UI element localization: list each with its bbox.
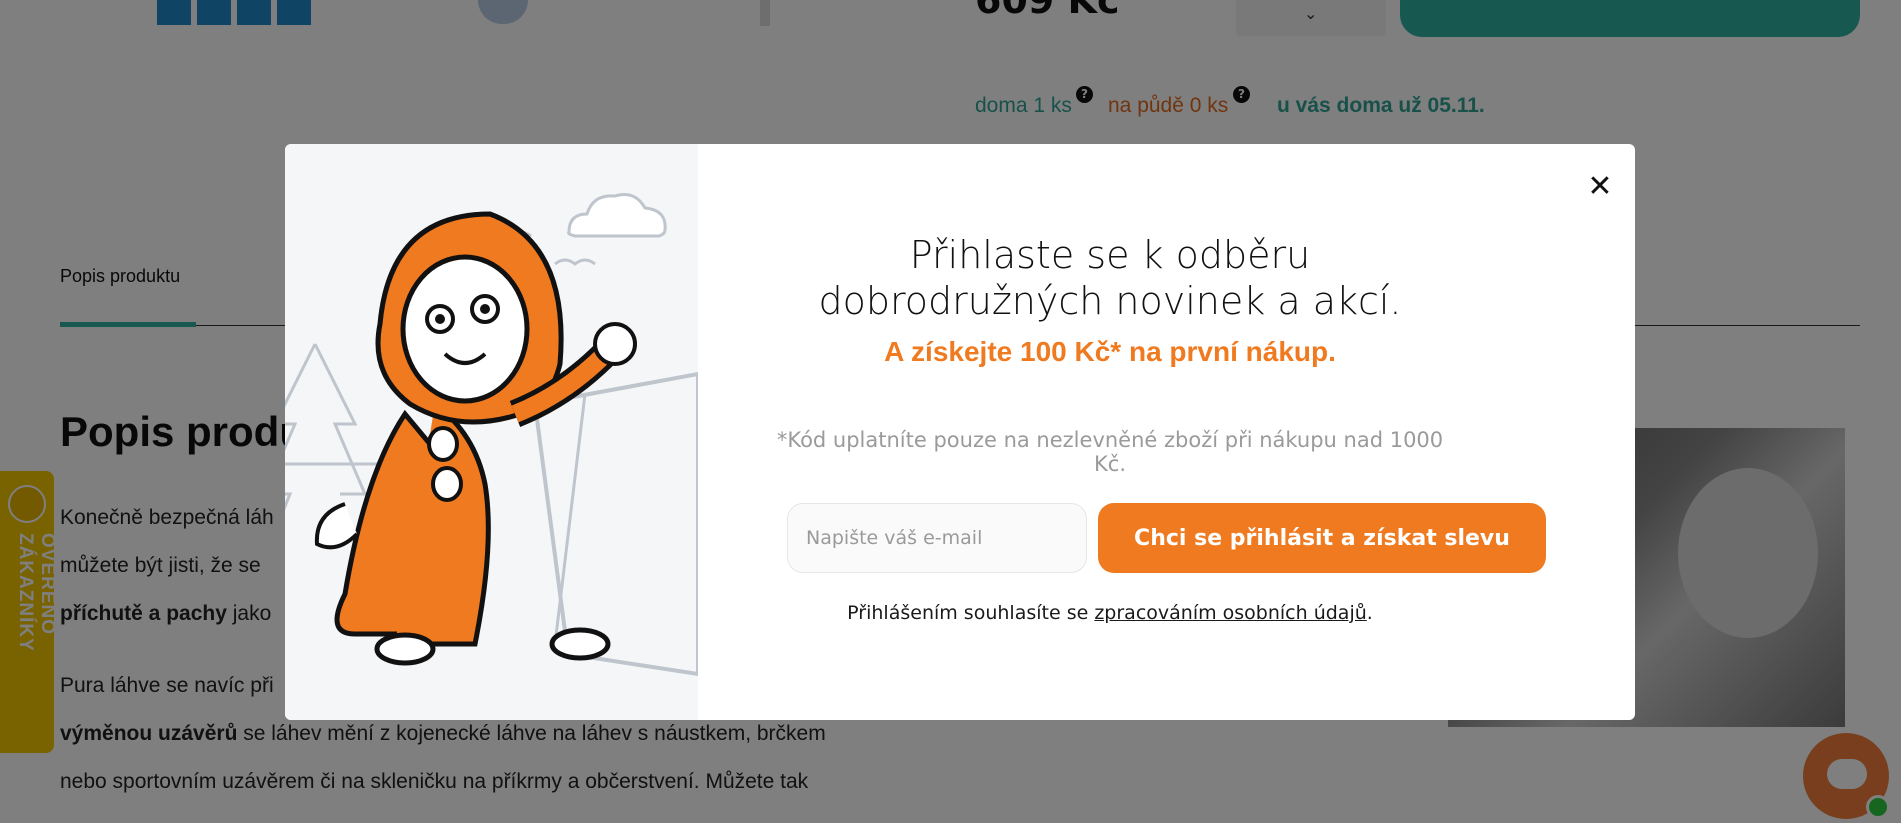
consent-text: Přihlášením souhlasíte se zpracováním os… xyxy=(847,602,1373,624)
modal-note: *Kód uplatníte pouze na nezlevněné zboží… xyxy=(776,428,1444,476)
subscribe-button[interactable]: Chci se přihlásit a získat slevu xyxy=(1098,503,1546,573)
close-icon[interactable]: ✕ xyxy=(1585,172,1615,202)
mascot-illustration xyxy=(285,144,700,720)
privacy-link[interactable]: zpracováním osobních údajů xyxy=(1094,602,1366,624)
newsletter-modal: ✕ Přihlaste se k odběru dobrodružných no… xyxy=(285,144,1635,720)
modal-subtitle: A získejte 100 Kč* na první nákup. xyxy=(884,336,1336,367)
email-field[interactable] xyxy=(787,503,1087,573)
mascot-svg xyxy=(285,193,700,677)
modal-title: Přihlaste se k odběru dobrodružných novi… xyxy=(818,233,1402,323)
